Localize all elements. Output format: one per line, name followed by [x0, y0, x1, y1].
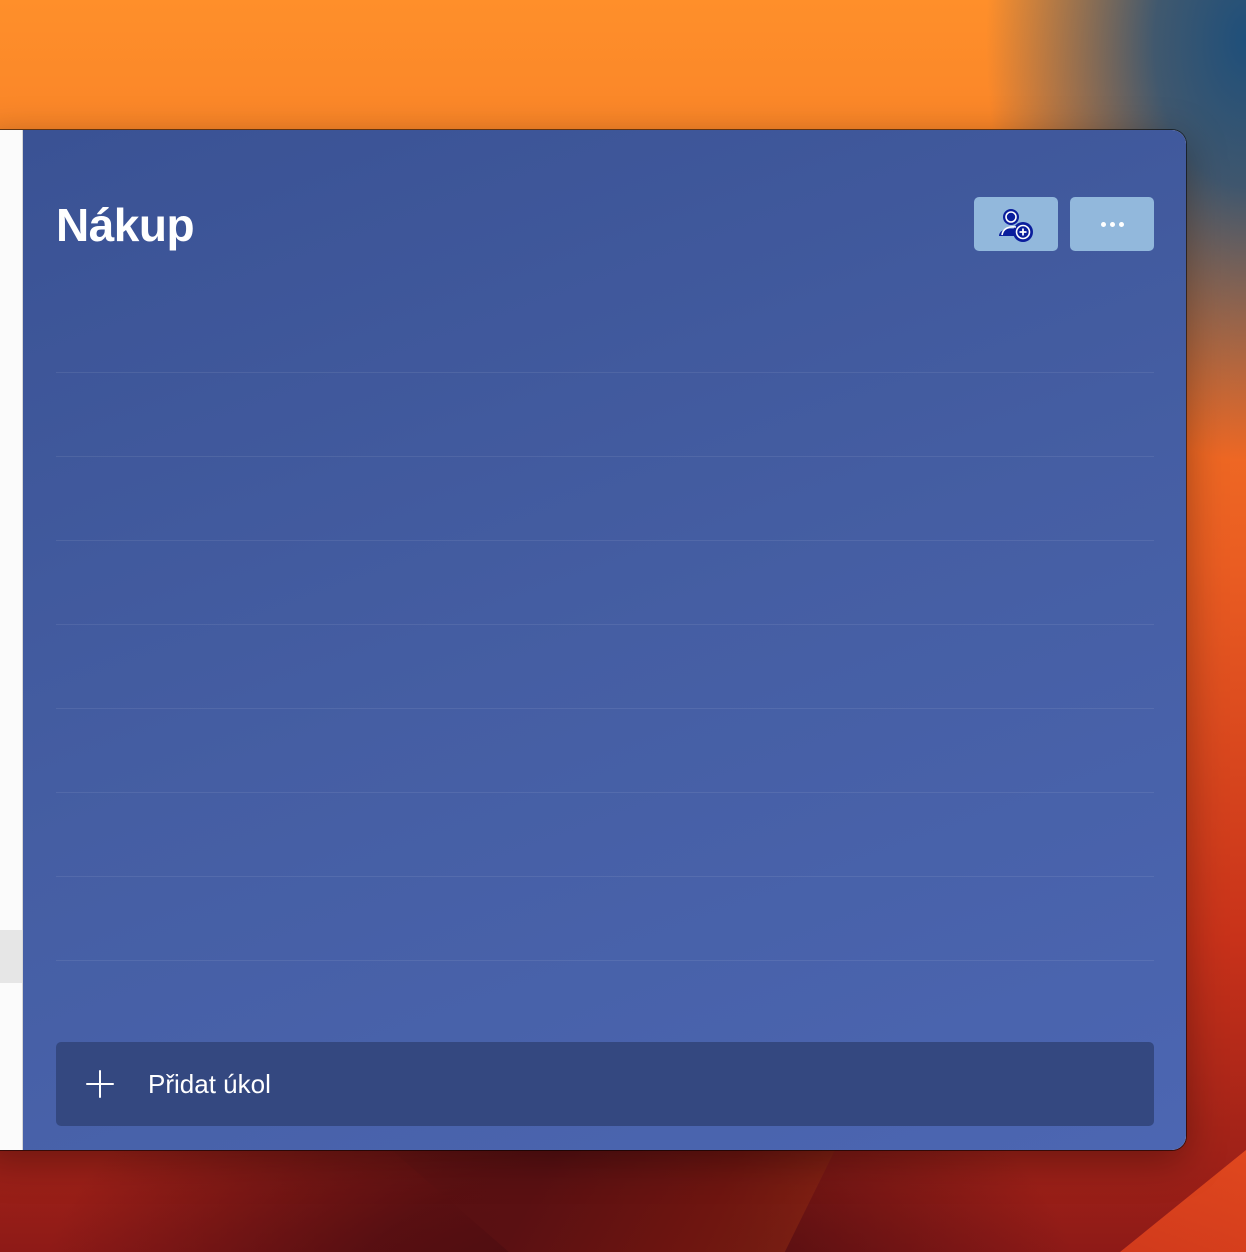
empty-row-divider: [56, 456, 1154, 457]
page-title: Nákup: [56, 199, 195, 251]
more-horizontal-icon: [1100, 221, 1124, 227]
wallpaper-shape: [380, 1140, 840, 1252]
sidebar-selected-item[interactable]: [0, 930, 22, 983]
empty-row-divider: [56, 624, 1154, 625]
empty-row-divider: [56, 372, 1154, 373]
empty-row-divider: [56, 876, 1154, 877]
empty-row-divider: [56, 792, 1154, 793]
plus-icon: [86, 1070, 114, 1098]
more-options-button[interactable]: [1070, 197, 1154, 251]
task-list-pane: Nákup Přidat úkol: [23, 130, 1186, 1150]
share-person-add-icon: [999, 209, 1033, 242]
app-window: Nákup Přidat úkol: [0, 130, 1186, 1150]
empty-row-divider: [56, 960, 1154, 961]
add-task-input[interactable]: Přidat úkol: [56, 1042, 1154, 1126]
share-list-button[interactable]: [974, 197, 1058, 251]
empty-row-divider: [56, 540, 1154, 541]
sidebar: [0, 130, 23, 1150]
empty-row-divider: [56, 708, 1154, 709]
wallpaper-shape: [1120, 1150, 1246, 1252]
add-task-label: Přidat úkol: [148, 1069, 271, 1099]
